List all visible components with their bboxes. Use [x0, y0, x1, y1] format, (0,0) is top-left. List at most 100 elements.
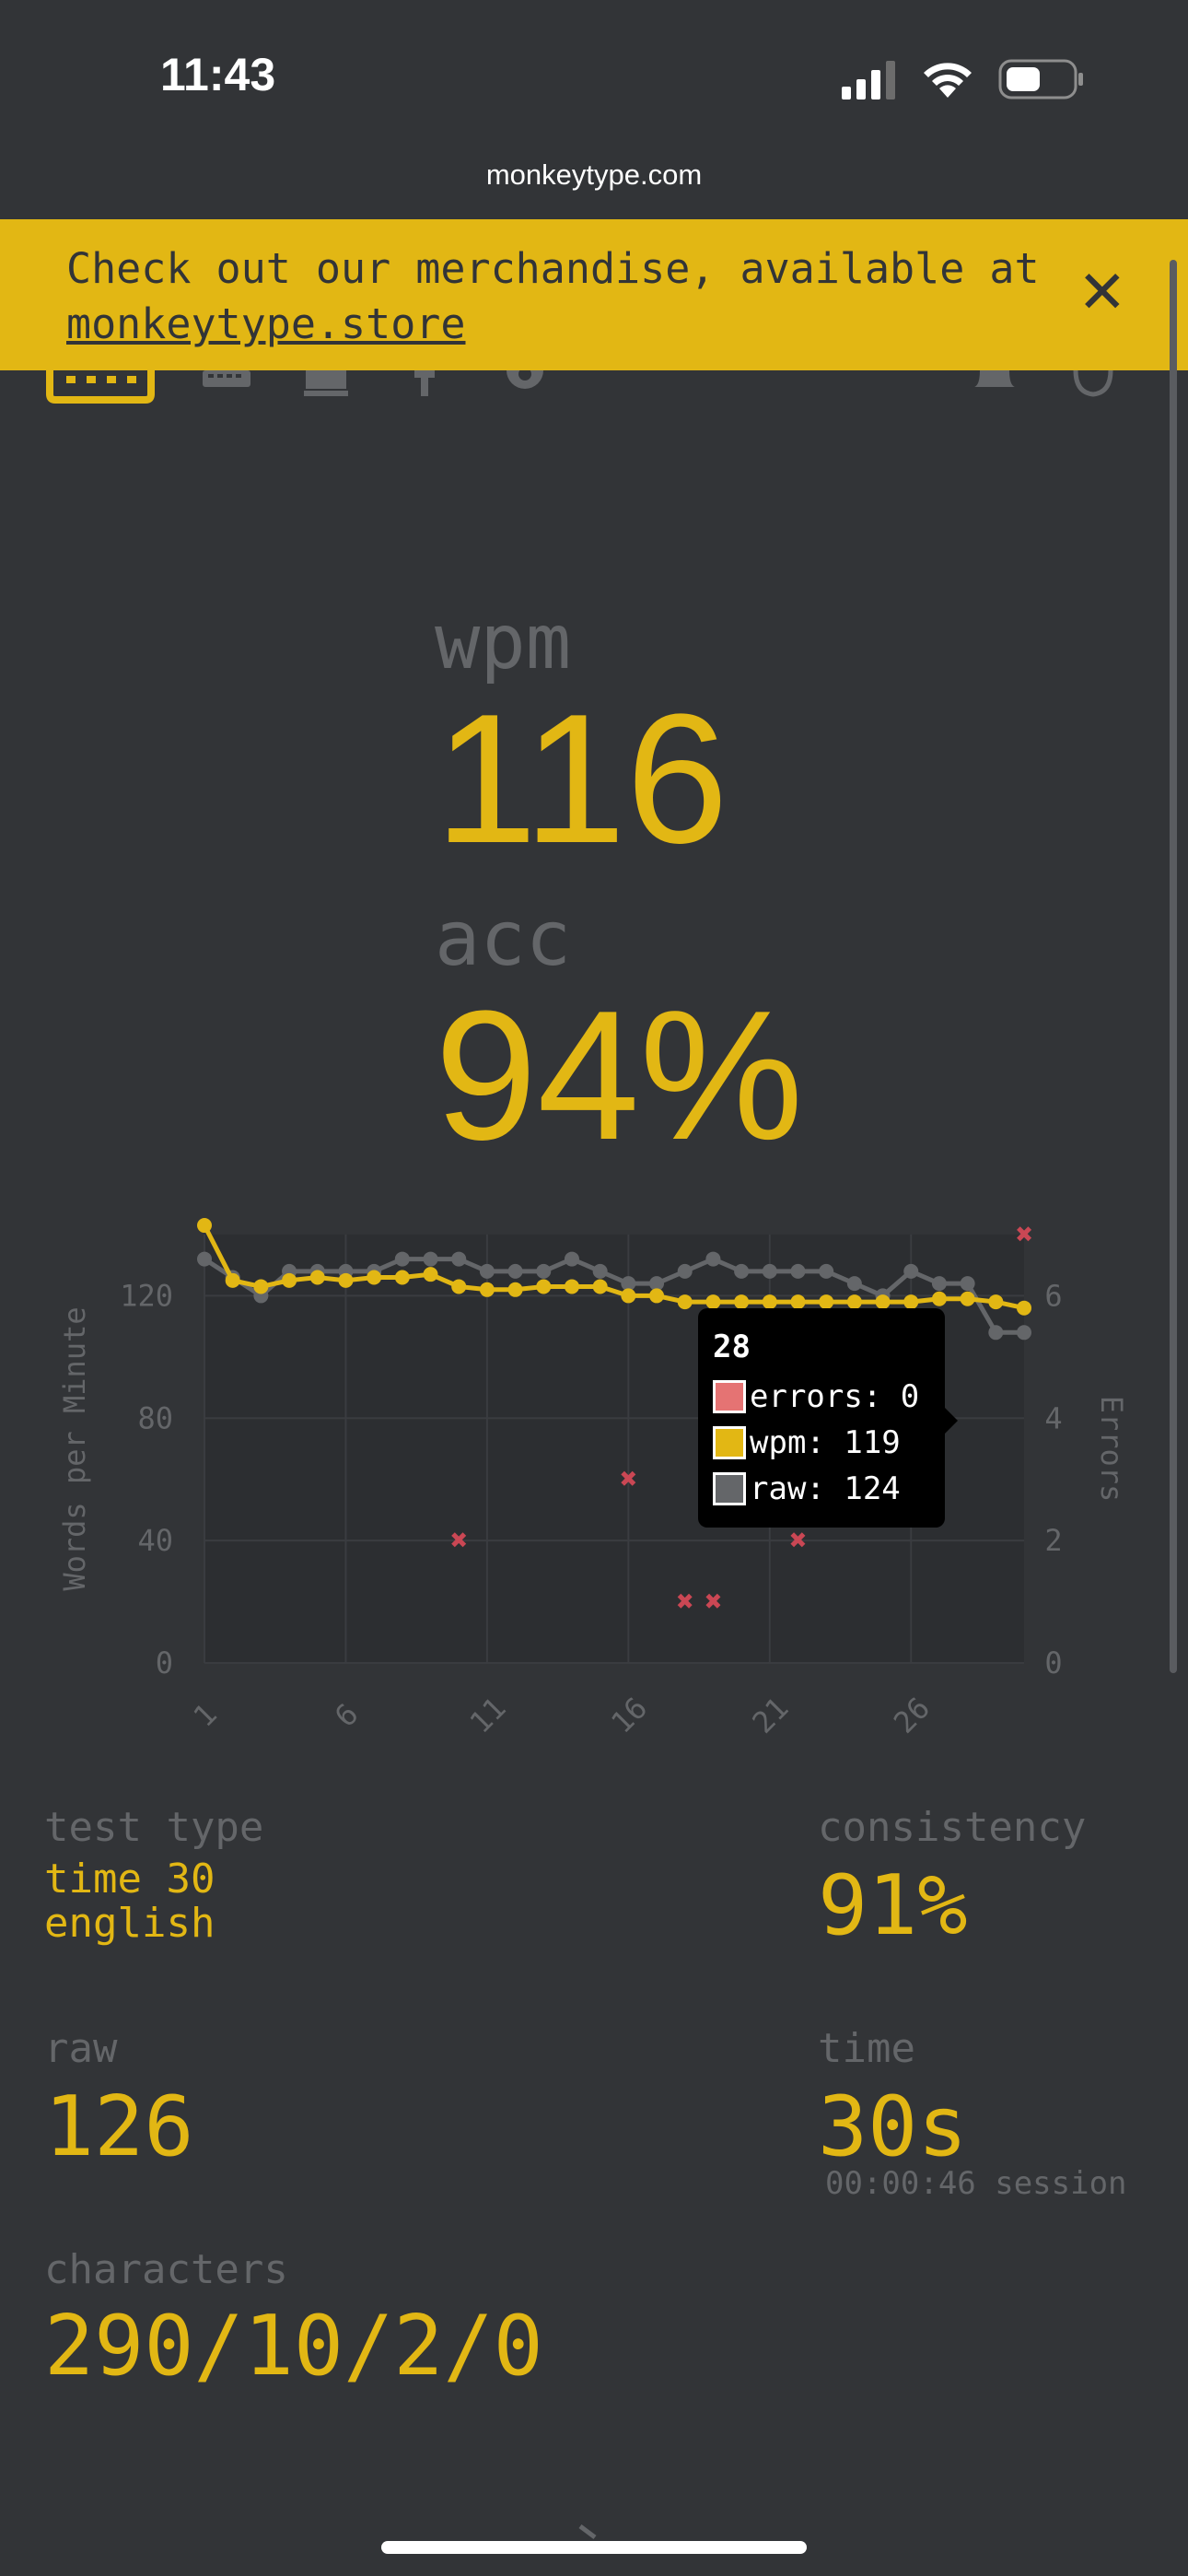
- raw-point: [423, 1251, 438, 1267]
- wpm-value: 116: [435, 676, 728, 882]
- monkeytype-logo-icon[interactable]: [46, 370, 155, 404]
- y2-tick-label: 0: [1044, 1645, 1062, 1680]
- x-tick-label: 1: [186, 1696, 223, 1733]
- tooltip-arrow: [945, 1408, 958, 1434]
- wpm-point: [649, 1288, 665, 1304]
- wpm-chart[interactable]: 0408012002461 6 11 16 21 26Words per Minute Er…: [0, 1198, 1188, 1751]
- errors-swatch-icon: [713, 1380, 746, 1413]
- y-axis-title: Words per Minute: [57, 1306, 92, 1590]
- test-type-language: english: [44, 1900, 215, 1947]
- y2-tick-label: 4: [1044, 1400, 1062, 1435]
- info-icon[interactable]: [414, 370, 435, 404]
- errors-point: ✖: [619, 1467, 637, 1493]
- y2-tick-label: 2: [1044, 1523, 1062, 1558]
- errors-point: ✖: [704, 1589, 722, 1615]
- x-tick-label: 26: [887, 1691, 937, 1740]
- accuracy-label: acc: [435, 896, 572, 983]
- page-scrollbar[interactable]: [1170, 260, 1177, 1673]
- wpm-point: [225, 1272, 240, 1288]
- tooltip-wpm: wpm: 119: [750, 1424, 901, 1461]
- settings-gear-icon[interactable]: [503, 368, 547, 404]
- wpm-point: [309, 1270, 325, 1285]
- wpm-point: [677, 1294, 693, 1310]
- tooltip-errors: errors: 0: [750, 1378, 920, 1415]
- raw-point: [479, 1263, 495, 1279]
- raw-swatch-icon: [713, 1472, 746, 1505]
- raw-point: [988, 1325, 1004, 1341]
- wpm-point: [451, 1279, 467, 1294]
- chevron-right-icon[interactable]: [577, 2524, 604, 2541]
- tooltip-raw-row: raw: 124: [713, 1470, 901, 1507]
- account-user-icon[interactable]: [1072, 369, 1114, 404]
- wpm-point: [536, 1279, 552, 1294]
- characters-label: characters: [44, 2246, 288, 2293]
- raw-point: [451, 1251, 467, 1267]
- tooltip-raw: raw: 124: [750, 1470, 901, 1507]
- tooltip-wpm-row: wpm: 119: [713, 1424, 901, 1461]
- x-tick-label: 21: [745, 1691, 795, 1740]
- x-tick-label: 11: [463, 1691, 513, 1740]
- status-bar-time: 11:43: [160, 49, 276, 100]
- merch-banner-message: Check out our merchandise, available at: [66, 244, 1040, 293]
- raw-point: [762, 1263, 777, 1279]
- consistency-label: consistency: [818, 1804, 1087, 1851]
- wpm-point: [367, 1270, 382, 1285]
- raw-point: [734, 1263, 750, 1279]
- test-type-value: time 30 english: [44, 1857, 215, 1946]
- wpm-point: [394, 1270, 410, 1285]
- raw-point: [394, 1251, 410, 1267]
- keyboard-icon[interactable]: [201, 370, 252, 404]
- test-type-mode: time 30: [44, 1856, 215, 1903]
- wifi-icon: [924, 63, 972, 98]
- wpm-point: [564, 1279, 579, 1294]
- y-tick-label: 40: [137, 1523, 173, 1558]
- wpm-point: [338, 1272, 354, 1288]
- tooltip-errors-row: errors: 0: [713, 1378, 919, 1415]
- wpm-point: [423, 1267, 438, 1282]
- consistency-value: 91%: [818, 1857, 968, 1954]
- wpm-point: [988, 1294, 1004, 1310]
- wpm-point: [846, 1294, 862, 1310]
- raw-point: [592, 1263, 608, 1279]
- wpm-point: [762, 1294, 777, 1310]
- y2-tick-label: 6: [1044, 1278, 1062, 1313]
- merch-banner-text: Check out our merchandise, available at …: [66, 241, 1042, 352]
- crown-icon[interactable]: [304, 370, 348, 404]
- wpm-point: [621, 1288, 636, 1304]
- raw-point: [960, 1276, 975, 1292]
- errors-point: ✖: [1015, 1222, 1033, 1247]
- raw-point: [790, 1263, 806, 1279]
- y2-axis-title: Errors: [1094, 1396, 1129, 1503]
- raw-point: [1017, 1325, 1031, 1341]
- test-type-label: test type: [44, 1804, 264, 1851]
- wpm-label: wpm: [435, 599, 572, 686]
- home-indicator[interactable]: [381, 2541, 807, 2554]
- wpm-point: [875, 1294, 891, 1310]
- wpm-point: [253, 1279, 269, 1294]
- wpm-point: [507, 1282, 523, 1297]
- accuracy-value: 94%: [435, 973, 804, 1178]
- errors-point: ✖: [449, 1528, 468, 1553]
- wpm-swatch-icon: [713, 1426, 746, 1459]
- wpm-point: [479, 1282, 495, 1297]
- chart-tooltip: 28 errors: 0 wpm: 119 raw: 124: [698, 1308, 945, 1528]
- session-time: 00:00:46 session: [825, 2165, 1127, 2202]
- raw-point: [507, 1263, 523, 1279]
- errors-point: ✖: [788, 1528, 807, 1553]
- raw-point: [677, 1263, 693, 1279]
- errors-point: ✖: [676, 1589, 694, 1615]
- wpm-point: [734, 1294, 750, 1310]
- y-tick-label: 80: [137, 1400, 173, 1435]
- wpm-point: [1017, 1300, 1031, 1316]
- wpm-point: [790, 1294, 806, 1310]
- wpm-point: [960, 1291, 975, 1306]
- wpm-point: [282, 1272, 297, 1288]
- raw-point: [903, 1263, 919, 1279]
- tooltip-title: 28: [713, 1329, 751, 1365]
- y-tick-label: 120: [120, 1278, 173, 1313]
- notifications-bell-icon[interactable]: [974, 370, 1015, 404]
- merch-store-link[interactable]: monkeytype.store: [66, 299, 465, 348]
- browser-url[interactable]: monkeytype.com: [0, 158, 1188, 192]
- wpm-point: [819, 1294, 834, 1310]
- close-banner-button[interactable]: ✕: [1077, 263, 1127, 322]
